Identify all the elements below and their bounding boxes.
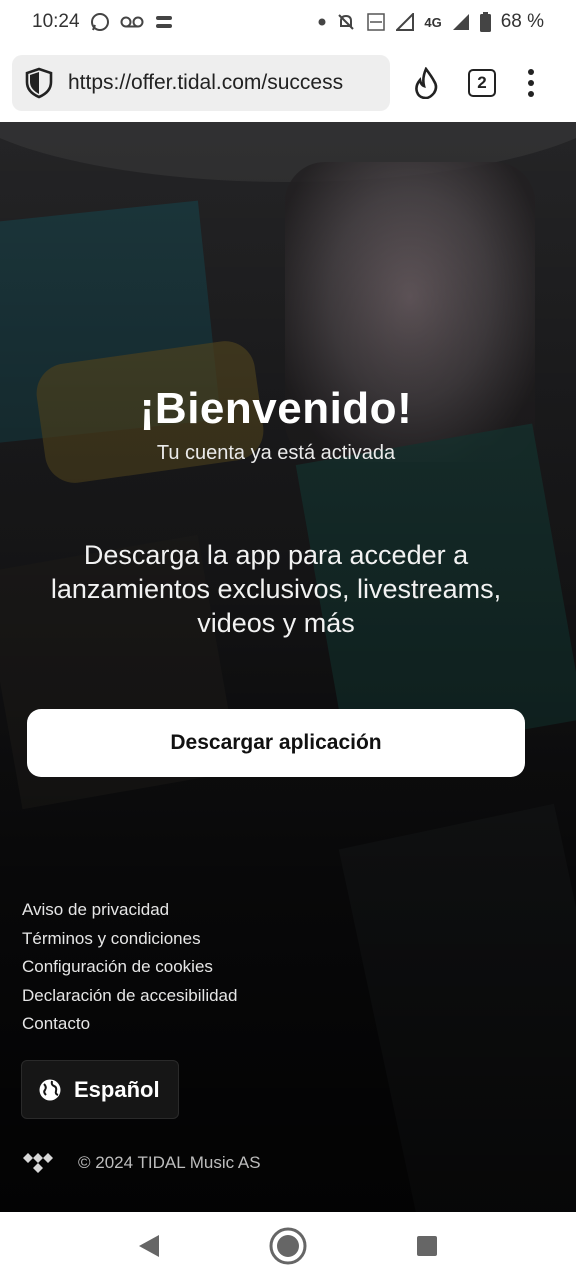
footer-link-contact[interactable]: Contacto (22, 1010, 237, 1039)
network-type: 4G (424, 14, 442, 30)
status-time: 10:24 (32, 11, 80, 32)
menu-kebab-icon[interactable] (524, 69, 538, 97)
signal-icon-2 (452, 13, 470, 31)
voicemail-icon (120, 15, 144, 29)
welcome-content: ¡Bienvenido! Tu cuenta ya está activada … (0, 122, 576, 1212)
system-nav-bar (0, 1212, 576, 1280)
browser-actions: 2 (412, 67, 538, 99)
sync-icon (154, 13, 174, 31)
home-icon[interactable] (258, 1216, 318, 1276)
promo-line: videos y más (197, 608, 355, 638)
status-right: 4G 68 % (318, 11, 544, 33)
volte-icon (366, 12, 386, 32)
copyright-row: © 2024 TIDAL Music AS (22, 1152, 261, 1174)
footer-link-accessibility[interactable]: Declaración de accesibilidad (22, 982, 237, 1011)
page-subtitle: Tu cuenta ya está activada (156, 442, 396, 464)
promo-text: Descarga la app para acceder a lanzamien… (20, 538, 532, 640)
download-app-button[interactable]: Descargar aplicación (27, 709, 525, 777)
web-content: ¡Bienvenido! Tu cuenta ya está activada … (0, 122, 576, 1212)
status-bar: 10:24 4G 68 % (0, 0, 576, 44)
recents-icon[interactable] (397, 1216, 457, 1276)
footer-links: Aviso de privacidad Términos y condicion… (22, 896, 237, 1039)
mute-icon (336, 12, 356, 32)
footer-link-terms[interactable]: Términos y condiciones (22, 925, 237, 954)
copyright-text: © 2024 TIDAL Music AS (78, 1153, 261, 1172)
url-bar[interactable]: https://offer.tidal.com/success (12, 55, 390, 111)
page-title: ¡Bienvenido! (139, 384, 413, 433)
status-left: 10:24 (32, 11, 174, 33)
promo-line: Descarga la app para acceder a (83, 540, 469, 570)
footer-link-privacy[interactable]: Aviso de privacidad (22, 896, 237, 925)
whatsapp-icon (90, 12, 110, 32)
signal-icon (396, 13, 415, 31)
shield-icon[interactable] (24, 67, 54, 99)
url-text[interactable]: https://offer.tidal.com/success (68, 71, 378, 95)
language-label: Español (74, 1076, 160, 1102)
browser-toolbar: https://offer.tidal.com/success 2 (0, 44, 576, 122)
fire-icon[interactable] (412, 67, 440, 99)
back-icon[interactable] (119, 1216, 179, 1276)
battery-percent: 68 % (500, 11, 544, 32)
tab-count-button[interactable]: 2 (468, 69, 496, 97)
battery-icon (479, 12, 491, 32)
promo-line: lanzamientos exclusivos, livestreams, (50, 574, 502, 604)
footer-link-cookies[interactable]: Configuración de cookies (22, 953, 237, 982)
language-selector[interactable]: Español (21, 1060, 179, 1119)
tidal-logo-icon (22, 1152, 54, 1174)
dot-icon (318, 18, 326, 26)
globe-icon (38, 1078, 62, 1102)
